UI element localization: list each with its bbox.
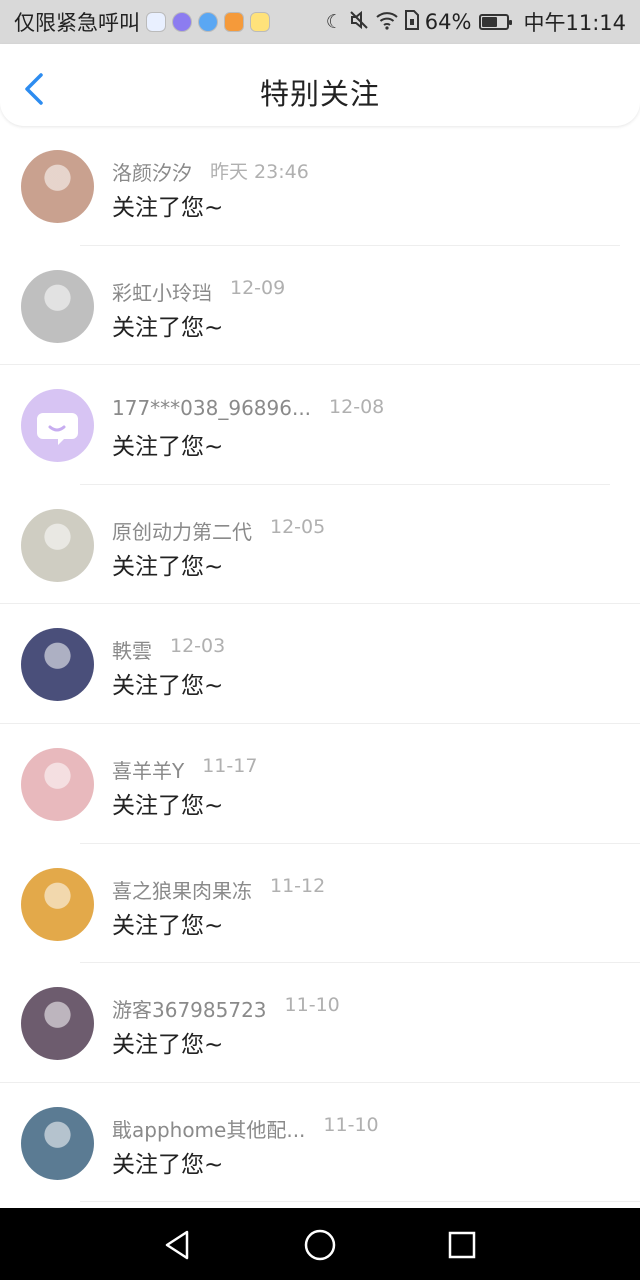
home-circle-icon bbox=[304, 1229, 336, 1261]
battery-fill bbox=[482, 17, 498, 27]
avatar[interactable] bbox=[21, 389, 94, 463]
timestamp: 11-17 bbox=[202, 754, 258, 777]
avatar[interactable] bbox=[21, 150, 94, 223]
list-item[interactable]: 軼雲 12-03 关注了您~ bbox=[0, 604, 640, 724]
message-text: 关注了您~ bbox=[112, 314, 224, 341]
list-item[interactable]: 原创动力第二代 12-05 关注了您~ bbox=[0, 485, 640, 605]
timestamp: 12-08 bbox=[329, 396, 385, 419]
moon-icon: ☾ bbox=[325, 10, 343, 33]
sim-icon bbox=[404, 10, 419, 34]
timestamp: 12-03 bbox=[170, 635, 226, 658]
list-item[interactable]: 彩虹小玲珰 12-09 关注了您~ bbox=[0, 246, 640, 366]
wifi-icon bbox=[375, 10, 399, 34]
list-item[interactable]: 戢apphome其他配... 11-10 关注了您~ bbox=[0, 1083, 640, 1203]
timestamp: 11-10 bbox=[323, 1113, 379, 1136]
item-meta: 洛颜汐汐 昨天 23:46 bbox=[112, 157, 309, 186]
app-music-icon bbox=[172, 12, 192, 32]
list-item[interactable]: 177***038_96896... 12-08 关注了您~ bbox=[0, 365, 640, 485]
nav-home-button[interactable] bbox=[303, 1228, 337, 1262]
item-meta: 177***038_96896... 12-08 bbox=[112, 396, 384, 420]
chat-bubble-icon bbox=[37, 413, 78, 446]
avatar[interactable] bbox=[21, 1106, 94, 1180]
item-meta: 原创动力第二代 12-05 bbox=[112, 516, 325, 545]
carrier-text: 仅限紧急呼叫 bbox=[14, 11, 140, 35]
message-text: 关注了您~ bbox=[112, 1151, 224, 1178]
avatar[interactable] bbox=[21, 747, 94, 821]
list-item[interactable]: 喜之狼果肉果冻 11-12 关注了您~ bbox=[0, 844, 640, 964]
message-text: 关注了您~ bbox=[112, 195, 224, 221]
avatar[interactable] bbox=[21, 508, 94, 582]
app-header: 特别关注 bbox=[0, 44, 640, 126]
page-title: 特别关注 bbox=[259, 77, 380, 111]
item-meta: 喜羊羊Y 11-17 bbox=[112, 755, 257, 784]
user-name: 177***038_96896... bbox=[112, 396, 312, 421]
user-name: 原创动力第二代 bbox=[112, 519, 252, 544]
follower-list: 洛颜汐汐 昨天 23:46 关注了您~ 彩虹小玲珰 12-09 关注了您~ 177***03… bbox=[0, 126, 640, 1203]
item-meta: 彩虹小玲珰 12-09 bbox=[112, 277, 285, 306]
app-video-icon bbox=[224, 12, 244, 32]
avatar[interactable] bbox=[21, 987, 94, 1061]
timestamp: 昨天 23:46 bbox=[210, 161, 309, 183]
timestamp: 12-05 bbox=[270, 515, 326, 538]
nav-recents-button[interactable] bbox=[445, 1228, 479, 1262]
message-text: 关注了您~ bbox=[112, 912, 224, 939]
mute-icon bbox=[349, 10, 369, 34]
timestamp: 11-12 bbox=[270, 874, 326, 897]
message-text: 关注了您~ bbox=[112, 553, 224, 580]
item-meta: 喜之狼果肉果冻 11-12 bbox=[112, 875, 325, 904]
app-browser-icon bbox=[198, 12, 218, 32]
user-name: 游客367985723 bbox=[112, 998, 267, 1023]
message-text: 关注了您~ bbox=[112, 792, 224, 819]
avatar[interactable] bbox=[21, 867, 94, 941]
user-name: 戢apphome其他配... bbox=[112, 1117, 306, 1142]
nav-back-button[interactable] bbox=[160, 1228, 194, 1262]
battery-percent: 64% bbox=[424, 10, 472, 34]
list-item[interactable]: 洛颜汐汐 昨天 23:46 关注了您~ bbox=[0, 126, 640, 246]
back-triangle-icon bbox=[165, 1230, 189, 1260]
user-name: 彩虹小玲珰 bbox=[112, 280, 212, 305]
user-name: 喜羊羊Y bbox=[112, 758, 185, 783]
status-bar: 仅限紧急呼叫 ☾ 64% 中午11:14 bbox=[0, 0, 640, 44]
message-text: 关注了您~ bbox=[112, 1032, 224, 1059]
list-item[interactable]: 喜羊羊Y 11-17 关注了您~ bbox=[0, 724, 640, 844]
recents-square-icon bbox=[448, 1231, 476, 1259]
status-right: ☾ 64% 中午11:14 bbox=[326, 7, 626, 37]
item-meta: 軼雲 12-03 bbox=[112, 635, 225, 664]
message-text: 关注了您~ bbox=[112, 673, 224, 700]
list-item[interactable]: 游客367985723 11-10 关注了您~ bbox=[0, 963, 640, 1083]
avatar[interactable] bbox=[21, 628, 94, 702]
item-meta: 游客367985723 11-10 bbox=[112, 994, 340, 1023]
timestamp: 12-09 bbox=[230, 276, 286, 299]
status-left: 仅限紧急呼叫 bbox=[14, 7, 270, 37]
item-meta: 戢apphome其他配... 11-10 bbox=[112, 1114, 379, 1143]
message-text: 关注了您~ bbox=[112, 434, 224, 461]
system-nav-bar bbox=[0, 1208, 640, 1280]
user-name: 軼雲 bbox=[112, 639, 152, 664]
battery-icon bbox=[479, 14, 513, 30]
app-assistant-icon bbox=[250, 12, 270, 32]
avatar[interactable] bbox=[21, 269, 94, 343]
clock: 中午11:14 bbox=[523, 11, 626, 35]
divider bbox=[80, 1201, 640, 1203]
app-baidu-icon bbox=[146, 12, 166, 32]
timestamp: 11-10 bbox=[284, 994, 340, 1017]
user-name: 洛颜汐汐 bbox=[112, 161, 192, 185]
user-name: 喜之狼果肉果冻 bbox=[112, 878, 252, 903]
